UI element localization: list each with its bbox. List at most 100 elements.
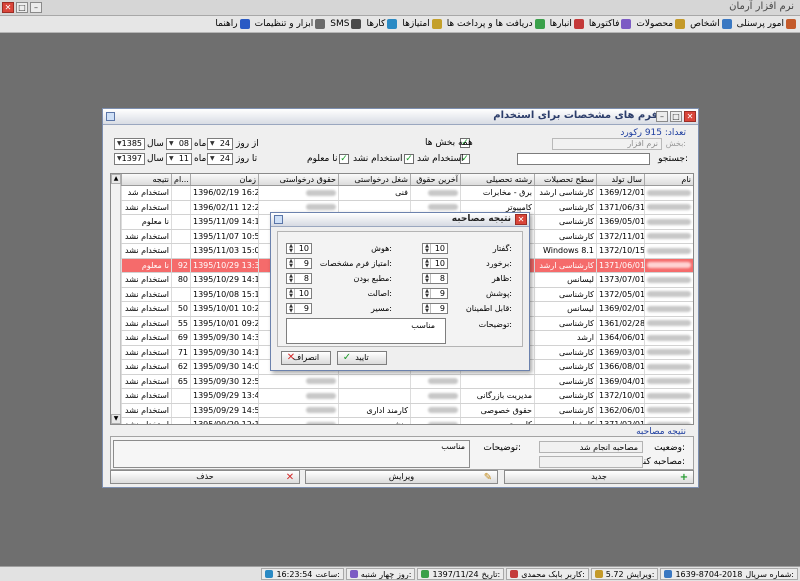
window-maximize-button[interactable]: □: [670, 111, 682, 122]
app-window-controls: ✕ □ –: [2, 2, 42, 13]
column-header[interactable]: نتیجه: [121, 174, 171, 185]
window-controls: – □ ✕: [656, 111, 696, 122]
menu-item-sms[interactable]: SMS: [330, 19, 362, 29]
search-input[interactable]: [517, 153, 650, 165]
menu-item-people[interactable]: اشخاص: [690, 19, 732, 29]
menu-item-tools[interactable]: ابزار و تنظیمات: [255, 19, 326, 29]
menu-item-label: فاکتورها: [588, 19, 620, 29]
table-cell: [644, 360, 693, 374]
window-app-icon: [106, 112, 115, 121]
unknown-checkbox[interactable]: ✓: [339, 154, 349, 164]
from-month-select[interactable]: ▼ 08: [166, 138, 192, 150]
form-score-spinner[interactable]: ▲ ▼ 9: [286, 258, 312, 269]
column-header[interactable]: حقوق درخواستی: [258, 174, 338, 185]
table-cell: 65: [171, 374, 190, 388]
menu-item-label: ابزار و تنظیمات: [254, 19, 314, 29]
table-cell: [410, 403, 460, 417]
search-label: جستجو:: [658, 154, 688, 164]
related-edu-spinner[interactable]: ▲ ▼ 8: [286, 273, 312, 284]
clothing-spinner[interactable]: ▲ ▼ 9: [422, 288, 448, 299]
table-row[interactable]: استخدام نشد 1395/09/29 12:14 منشی کامپیوتر ک…: [121, 418, 693, 424]
column-header[interactable]: رشته تحصیلی: [460, 174, 534, 185]
table-cell: [644, 374, 693, 388]
app-maximize-button[interactable]: □: [16, 2, 28, 13]
redacted-value: [647, 262, 691, 268]
dialog-close-button[interactable]: ✕: [515, 214, 527, 225]
table-row[interactable]: استخدام شد 1396/02/19 16:22 فنی برق - مخابر…: [121, 186, 693, 201]
menu-item-payments[interactable]: دریافت ها و پرداخت ها: [447, 19, 545, 29]
menu-item-score[interactable]: امتیازها: [402, 19, 442, 29]
table-row[interactable]: استخدام نشد 65 1395/09/30 12:53 کارشناسی 136…: [121, 374, 693, 389]
menu-item-invoice[interactable]: فاکتورها: [589, 19, 632, 29]
scroll-down-button[interactable]: ▼: [111, 414, 121, 424]
app-minimize-button[interactable]: –: [30, 2, 42, 13]
table-scrollbar[interactable]: ▲ ▼: [111, 174, 121, 424]
scroll-up-button[interactable]: ▲: [111, 174, 121, 184]
redacted-value: [306, 189, 336, 196]
status-value: 16:23:54: [276, 569, 313, 579]
column-header[interactable]: ام...: [171, 174, 190, 185]
table-cell: استخدام نشد: [121, 374, 171, 388]
table-row[interactable]: استخدام نشد 1395/09/29 13:42 مدیریت بازرگا…: [121, 389, 693, 404]
trust-spinner[interactable]: ▲ ▼ 9: [422, 303, 448, 314]
column-header[interactable]: نام: [644, 174, 693, 185]
speech-spinner[interactable]: ▲ ▼ 10: [422, 243, 448, 254]
column-header[interactable]: زمان: [190, 174, 258, 185]
menu-item-personnel[interactable]: امور پرسنلی: [737, 19, 796, 29]
new-button[interactable]: + جدید: [504, 470, 694, 484]
table-row[interactable]: استخدام نشد 1395/09/29 14:58 کارمند اداری ح…: [121, 403, 693, 418]
description-field[interactable]: مناسب: [286, 318, 446, 344]
menu-item-tasks[interactable]: کارها: [366, 19, 398, 29]
score-icon: [431, 19, 442, 29]
to-year-select[interactable]: ▼ 1397: [114, 153, 145, 165]
intelligence-spinner[interactable]: ▲ ▼ 10: [286, 243, 312, 254]
status-label: کاربر:: [565, 569, 585, 579]
window-close-button[interactable]: ✕: [684, 111, 696, 122]
help-icon: [239, 19, 250, 29]
originality-spinner[interactable]: ▲ ▼ 10: [286, 288, 312, 299]
table-header: نتیجه ام... زمان حقوق درخواستی شغل درخواستی آ…: [121, 174, 693, 186]
table-cell: [338, 374, 410, 388]
table-cell: منشی: [338, 418, 410, 424]
menu-item-label: SMS: [330, 19, 350, 29]
table-cell: 1369/04/01: [596, 374, 644, 388]
table-cell: 1395/09/29 13:42: [190, 389, 258, 403]
path-spinner[interactable]: ▲ ▼ 9: [286, 303, 312, 314]
menu-item-warehouse[interactable]: انبارها: [550, 19, 584, 29]
appearance-spinner[interactable]: ▲ ▼ 8: [422, 273, 448, 284]
appearance-label: ظاهر:: [491, 274, 512, 283]
not-hired-checkbox[interactable]: ✓: [404, 154, 414, 164]
table-cell: استخدام نشد: [121, 273, 171, 287]
filter-panel: تعداد: 915 رکورد بخش: نرم افزار ✓ همه بخ…: [103, 126, 698, 174]
status-serial: شماره سریال: 1639-8704-2018: [660, 568, 798, 580]
app-title: نرم افزار آرمان: [729, 1, 794, 12]
column-header[interactable]: سطح تحصیلات: [534, 174, 596, 185]
behavior-spinner[interactable]: ▲ ▼ 10: [422, 258, 448, 269]
delete-button[interactable]: ✕ حذف: [110, 470, 300, 484]
interview-result-panel: وضعیت: مصاحبه انجام شد مصاحبه کننده: توض…: [110, 436, 694, 470]
redacted-value: [428, 392, 458, 399]
column-header[interactable]: آخرین حقوق: [410, 174, 460, 185]
from-day-select[interactable]: ▼ 24: [207, 138, 233, 150]
redacted-value: [647, 189, 691, 196]
main-menu-bar: امور پرسنلی اشخاص محصولات فاکتورها انبارها در…: [0, 16, 800, 33]
table-cell: کارشناسی ارشد: [534, 186, 596, 200]
confirm-button[interactable]: ✓ تایید: [337, 351, 387, 365]
app-close-button[interactable]: ✕: [2, 2, 14, 13]
to-day-select[interactable]: ▼ 24: [207, 153, 233, 165]
action-buttons: + جدید ✎ ویرایش ✕ حذف: [110, 470, 694, 484]
to-day-label: تا روز: [236, 154, 258, 164]
window-minimize-button[interactable]: –: [656, 111, 668, 122]
menu-item-help[interactable]: راهنما: [215, 19, 250, 29]
to-month-select[interactable]: ▼ 11: [166, 153, 192, 165]
table-cell: [644, 244, 693, 258]
table-cell: کارشناسی: [534, 418, 596, 424]
menu-item-products[interactable]: محصولات: [636, 19, 686, 29]
cancel-button[interactable]: ✕ انصراف: [281, 351, 331, 365]
table-cell: 80: [171, 273, 190, 287]
from-year-select[interactable]: ▼ 1385: [114, 138, 145, 150]
menu-item-label: اشخاص: [690, 19, 720, 29]
column-header[interactable]: شغل درخواستی: [338, 174, 410, 185]
column-header[interactable]: سال تولد: [596, 174, 644, 185]
edit-button[interactable]: ✎ ویرایش: [305, 470, 498, 484]
